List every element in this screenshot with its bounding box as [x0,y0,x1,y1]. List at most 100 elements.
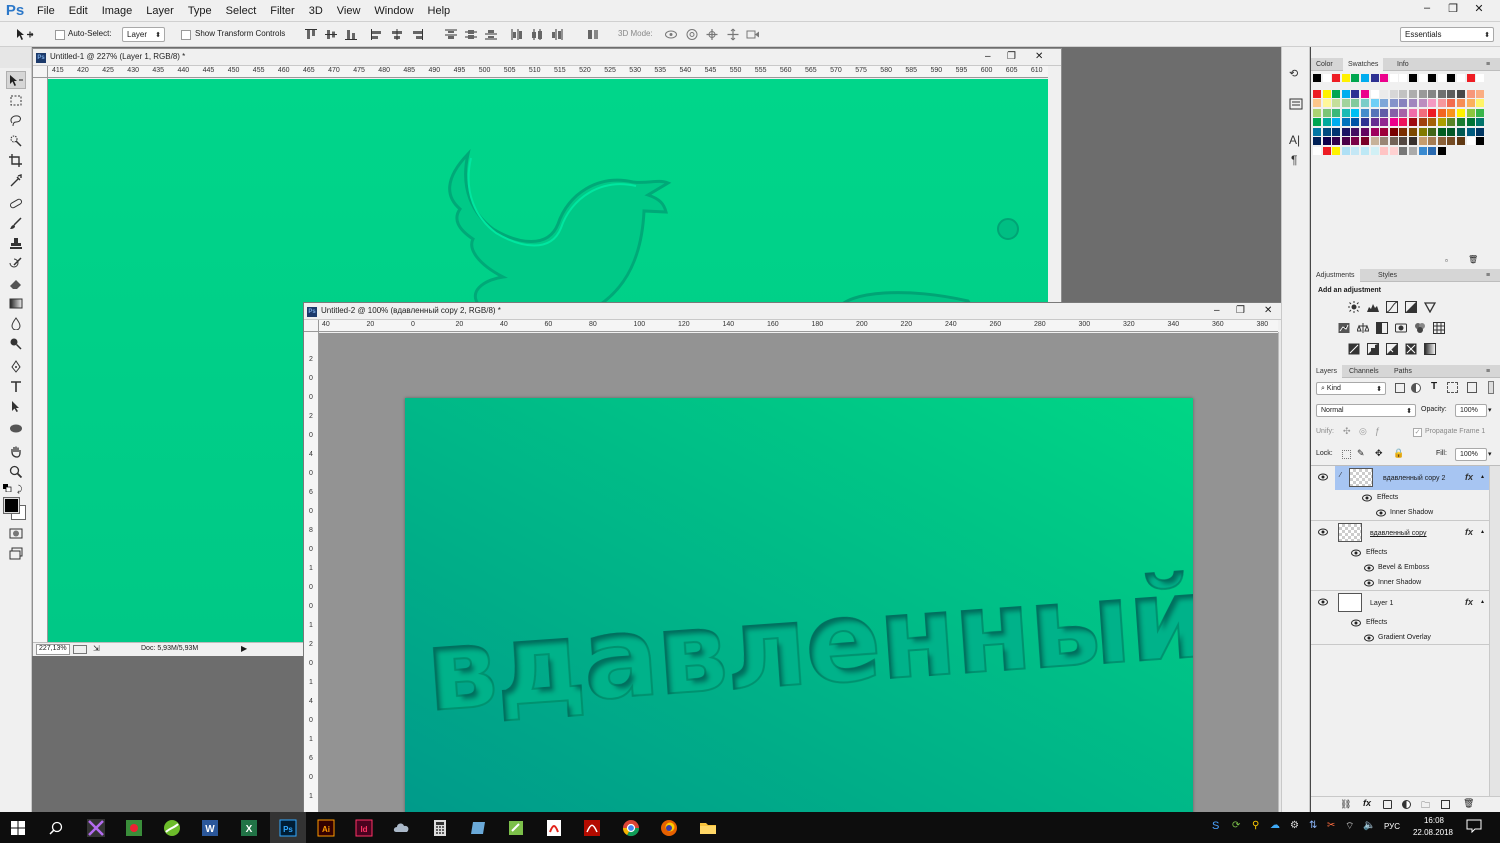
canvas-untitled-2[interactable]: вдавленный [405,398,1193,814]
align-hcenter-icon[interactable] [390,28,404,41]
tray-app-icon[interactable]: ⟳ [1232,820,1240,831]
color-swatch[interactable] [1389,118,1398,126]
color-swatch[interactable] [1351,74,1360,82]
calculator-icon[interactable] [428,816,452,840]
color-swatch[interactable] [1389,108,1398,117]
path-select-tool-icon[interactable] [6,397,26,415]
tab-color[interactable]: Color [1311,58,1338,71]
color-swatch[interactable] [1313,74,1321,82]
layer-fx-icon[interactable]: fx [1465,527,1473,537]
layer-thumbnail[interactable] [1349,468,1373,487]
color-swatch[interactable] [1380,146,1389,155]
3d-scale-icon[interactable] [746,28,760,41]
color-swatch[interactable] [1457,99,1465,107]
curves-icon[interactable] [1386,301,1398,313]
doc-restore-button[interactable]: ❐ [1007,51,1016,62]
excel-icon[interactable]: X [237,816,261,840]
color-swatch[interactable] [1428,74,1437,82]
color-swatch[interactable] [1447,99,1456,107]
color-swatch[interactable] [1332,89,1341,98]
color-swatch[interactable] [1341,137,1350,145]
color-swatch[interactable] [1341,146,1350,155]
threshold-icon[interactable] [1386,343,1398,355]
eyedropper-tool-icon[interactable] [6,171,26,189]
color-swatch[interactable] [1341,74,1350,82]
color-swatch[interactable] [1322,127,1331,136]
color-swatch[interactable] [1351,137,1360,145]
color-swatch[interactable] [1370,137,1379,145]
menu-window[interactable]: Window [367,0,420,22]
color-swatch[interactable] [1341,108,1350,117]
color-swatch[interactable] [1361,108,1369,117]
menu-file[interactable]: File [30,0,62,22]
hand-tool-icon[interactable] [6,442,26,460]
doc-minimize-button[interactable]: – [1214,305,1220,316]
color-swatch[interactable] [1370,108,1379,117]
swap-colors-icon[interactable]: ⤸ [17,484,27,494]
pen-tool-icon[interactable] [6,357,26,375]
color-swatch[interactable] [1370,118,1379,126]
indesign-icon[interactable]: Id [352,816,376,840]
color-swatch[interactable] [1476,108,1485,117]
filter-adjustment-icon[interactable] [1411,383,1421,393]
color-swatch[interactable] [1437,127,1446,136]
ruler-origin[interactable] [33,66,48,78]
add-style-icon[interactable]: fx [1363,798,1371,808]
tab-info[interactable]: Info [1392,58,1414,71]
layer-name[interactable]: Layer 1 [1370,600,1393,607]
app-globe-icon[interactable] [160,816,184,840]
channel-mixer-icon[interactable] [1414,322,1426,334]
color-swatch[interactable] [1409,99,1417,107]
effect-inner-shadow[interactable]: Inner Shadow [1378,579,1421,586]
proof-icon[interactable] [73,645,87,654]
color-swatch[interactable] [1351,99,1360,107]
tab-styles[interactable]: Styles [1373,269,1402,282]
color-swatch[interactable] [1370,74,1379,82]
color-swatch[interactable] [1351,89,1360,98]
color-balance-icon[interactable] [1357,322,1369,334]
color-swatch[interactable] [1313,99,1321,107]
color-swatch[interactable] [1428,118,1437,126]
app-cloud-icon[interactable] [390,816,414,840]
color-swatch[interactable] [1418,89,1427,98]
zoom-level[interactable]: 227,13% [36,644,70,655]
filter-type-icon[interactable]: T [1431,381,1437,392]
photoshop-taskbar-icon[interactable]: Ps [276,816,300,840]
color-swatch[interactable] [1313,89,1321,98]
app-green-icon[interactable] [122,816,146,840]
color-swatch[interactable] [1380,99,1389,107]
blend-mode-dropdown[interactable]: Normal ⬍ [1316,404,1416,417]
color-swatch[interactable] [1322,146,1331,155]
color-swatch[interactable] [1389,127,1398,136]
color-swatch[interactable] [1447,118,1456,126]
color-swatch[interactable] [1361,89,1369,98]
app-vector-icon[interactable] [84,816,108,840]
color-swatch[interactable] [1313,127,1321,136]
menu-filter[interactable]: Filter [263,0,301,22]
color-swatch[interactable] [1437,89,1446,98]
tab-paths[interactable]: Paths [1389,365,1417,378]
layer-row[interactable]: Layer 1 fx ▴ Effects Gradient Overlay [1311,591,1489,645]
effect-eye-icon[interactable] [1364,564,1374,572]
color-swatch[interactable] [1447,74,1456,82]
layer-thumbnail[interactable] [1338,523,1362,542]
menu-layer[interactable]: Layer [139,0,181,22]
screen-mode-icon[interactable] [6,544,26,562]
move-tool-icon[interactable] [6,71,26,89]
panel-menu-icon[interactable]: ≡ [1481,58,1495,71]
color-swatch[interactable] [1409,146,1417,155]
foreground-color-swatch[interactable] [3,497,20,514]
share-icon[interactable]: ⇲ [93,644,100,653]
color-swatch[interactable] [1380,137,1389,145]
lock-pixels-icon[interactable]: ✎ [1357,448,1365,459]
new-layer-icon[interactable] [1441,800,1450,809]
opacity-arrow-icon[interactable]: ▾ [1488,406,1492,414]
3d-rotate-icon[interactable] [664,28,678,41]
show-transform-checkbox[interactable] [181,30,191,40]
color-swatch[interactable] [1389,89,1398,98]
document-titlebar[interactable]: Ps Untitled-1 @ 227% (Layer 1, RGB/8) * … [33,49,1061,66]
tray-tool-icon[interactable]: ✂ [1327,820,1335,831]
black-white-icon[interactable] [1376,322,1388,334]
levels-icon[interactable] [1367,301,1379,313]
clock-time[interactable]: 16:08 [1412,816,1456,825]
